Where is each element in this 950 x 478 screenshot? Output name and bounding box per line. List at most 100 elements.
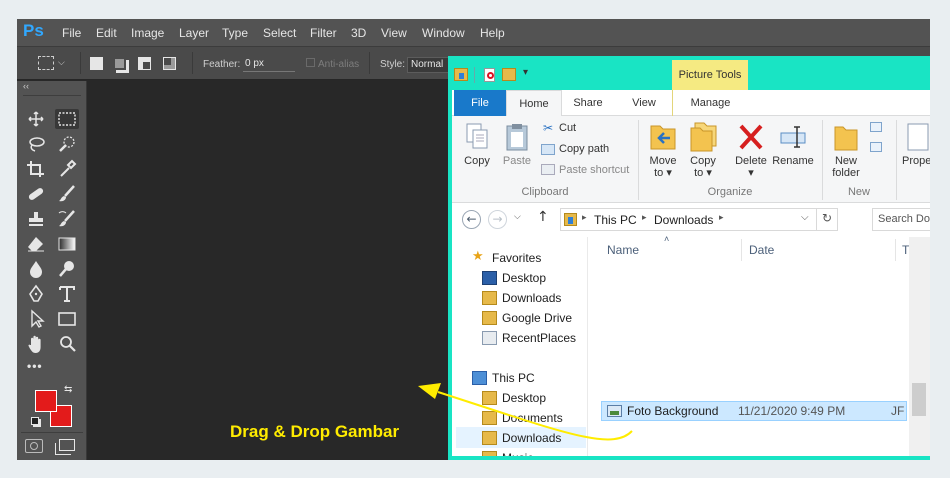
recent-locations-icon[interactable]: ⌵ (514, 211, 521, 222)
eraser-tool-icon[interactable] (24, 234, 48, 254)
screen-mode-icon[interactable] (59, 439, 75, 451)
paste-icon[interactable] (504, 122, 530, 152)
back-arrow-icon[interactable]: ← (462, 210, 481, 229)
foreground-color-swatch[interactable] (35, 390, 57, 412)
quick-selection-tool-icon[interactable] (55, 134, 79, 154)
path-selection-tool-icon[interactable] (24, 309, 48, 329)
menu-type[interactable]: Type (222, 26, 248, 40)
up-arrow-icon[interactable]: ↑ (537, 209, 549, 225)
delete-button[interactable]: Delete (732, 155, 770, 167)
address-box[interactable]: ▸ This PC ▸ Downloads ▸ ⌵ ↻ (560, 208, 838, 231)
stamp-tool-icon[interactable] (24, 209, 48, 229)
menu-window[interactable]: Window (422, 26, 465, 40)
new-selection-icon[interactable] (90, 57, 103, 70)
brush-tool-icon[interactable] (55, 184, 79, 204)
copy-icon[interactable] (464, 122, 490, 152)
chevron-right-icon[interactable]: ▸ (642, 212, 647, 223)
new-folder-button[interactable]: New (826, 155, 866, 167)
copy-to-dropdown[interactable]: to ▾ (682, 167, 724, 179)
move-tool-icon[interactable] (24, 109, 48, 129)
properties-button[interactable]: Prope (902, 155, 930, 167)
subtract-selection-icon[interactable] (138, 57, 151, 70)
new-folder-icon[interactable] (832, 120, 860, 154)
zoom-tool-icon[interactable] (55, 334, 79, 354)
type-tool-icon[interactable] (55, 284, 79, 304)
file-row[interactable]: Foto Background 11/21/2020 9:49 PM JF (601, 401, 907, 421)
cut-icon[interactable]: ✂ (543, 121, 553, 135)
breadcrumb-this-pc[interactable]: This PC (594, 213, 637, 227)
delete-icon[interactable] (736, 122, 766, 152)
column-header-date[interactable]: Date (749, 243, 774, 257)
menu-layer[interactable]: Layer (179, 26, 209, 40)
rename-icon[interactable] (778, 122, 808, 152)
menu-filter[interactable]: Filter (310, 26, 337, 40)
dodge-tool-icon[interactable] (55, 259, 79, 279)
copy-to-icon[interactable] (688, 120, 718, 154)
menu-select[interactable]: Select (263, 26, 296, 40)
move-to-button[interactable]: Move (642, 155, 684, 167)
blur-tool-icon[interactable] (24, 259, 48, 279)
antialias-checkbox[interactable] (306, 58, 315, 67)
hand-tool-icon[interactable] (24, 334, 48, 354)
menu-edit[interactable]: Edit (96, 26, 117, 40)
ps-canvas-area[interactable] (88, 81, 448, 460)
paste-button[interactable]: Paste (498, 155, 536, 167)
gradient-tool-icon[interactable] (55, 234, 79, 254)
scrollbar-thumb[interactable] (912, 383, 926, 416)
menu-help[interactable]: Help (480, 26, 505, 40)
vertical-scrollbar[interactable] (909, 237, 930, 456)
properties-icon[interactable] (484, 68, 495, 82)
tab-home[interactable]: Home (506, 90, 562, 116)
add-selection-icon[interactable] (113, 57, 126, 70)
refresh-icon[interactable]: ↻ (822, 211, 832, 225)
pen-tool-icon[interactable] (24, 284, 48, 304)
forward-arrow-icon[interactable]: → (488, 210, 507, 229)
address-dropdown-icon[interactable]: ⌵ (801, 212, 809, 223)
tab-file[interactable]: File (454, 90, 506, 116)
menu-file[interactable]: File (62, 26, 81, 40)
history-brush-tool-icon[interactable] (55, 209, 79, 229)
marquee-tool-icon[interactable] (55, 109, 79, 129)
default-colors-icon[interactable] (31, 417, 39, 425)
delete-dropdown[interactable]: ▾ (732, 167, 770, 179)
intersect-selection-icon[interactable] (163, 57, 176, 70)
chevron-down-icon[interactable]: ⌵ (58, 57, 65, 68)
menu-3d[interactable]: 3D (351, 26, 366, 40)
cut-button[interactable]: Cut (559, 122, 576, 134)
new-folder-icon[interactable] (502, 68, 516, 81)
easy-access-icon[interactable] (870, 142, 882, 152)
search-input[interactable]: Search Do (872, 208, 930, 231)
paste-shortcut-icon[interactable] (541, 164, 555, 175)
tab-view[interactable]: View (616, 90, 672, 116)
copy-to-button[interactable]: Copy (682, 155, 724, 167)
rectangle-tool-icon[interactable] (55, 309, 79, 329)
more-tools-icon[interactable]: ••• (27, 359, 43, 373)
copy-path-button[interactable]: Copy path (559, 143, 609, 155)
menu-view[interactable]: View (381, 26, 407, 40)
chevron-right-icon[interactable]: ▸ (582, 212, 587, 223)
lasso-tool-icon[interactable] (24, 134, 48, 154)
quick-mask-icon[interactable] (25, 439, 43, 453)
swap-colors-icon[interactable]: ⇆ (64, 384, 72, 395)
tab-manage[interactable]: Manage (672, 90, 748, 116)
marquee-preset-icon[interactable] (38, 56, 54, 70)
quick-access-dropdown-icon[interactable]: ▾ (523, 67, 528, 78)
eyedropper-tool-icon[interactable] (55, 159, 79, 179)
copy-button[interactable]: Copy (458, 155, 496, 167)
breadcrumb-downloads[interactable]: Downloads (654, 213, 713, 227)
copy-path-icon[interactable] (541, 144, 555, 155)
tab-share[interactable]: Share (562, 90, 614, 116)
properties-icon[interactable] (906, 122, 930, 152)
crop-tool-icon[interactable] (24, 159, 48, 179)
menu-image[interactable]: Image (131, 26, 164, 40)
rename-button[interactable]: Rename (770, 155, 816, 167)
healing-brush-tool-icon[interactable] (24, 184, 48, 204)
feather-input[interactable]: 0 px (243, 57, 295, 72)
column-header-name[interactable]: Name (607, 243, 639, 257)
move-to-dropdown[interactable]: to ▾ (642, 167, 684, 179)
collapse-icon[interactable]: ‹‹ (23, 81, 29, 91)
new-item-icon[interactable] (870, 122, 882, 132)
move-to-icon[interactable] (648, 120, 678, 154)
paste-shortcut-button[interactable]: Paste shortcut (559, 164, 629, 176)
chevron-right-icon[interactable]: ▸ (719, 212, 724, 223)
